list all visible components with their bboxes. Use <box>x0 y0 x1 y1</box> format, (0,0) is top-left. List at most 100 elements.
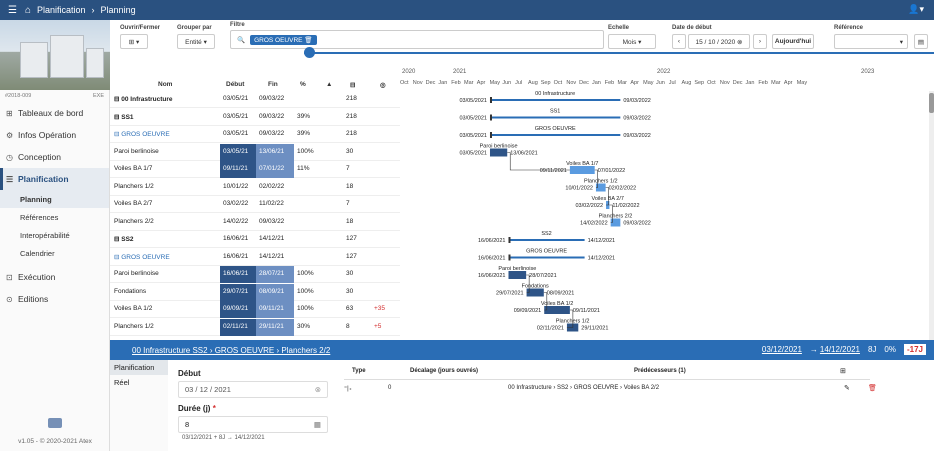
tab-planification[interactable]: Planification <box>110 360 168 375</box>
filter-input[interactable]: 🔍 GROS OEUVRE 🗑 <box>230 30 604 49</box>
nav-execution[interactable]: ⊡ Exécution <box>0 266 109 288</box>
date-next-button[interactable]: › <box>753 34 767 49</box>
task-bar[interactable] <box>544 306 570 314</box>
task-end[interactable]: 14/12/21 <box>256 231 294 248</box>
duree-input[interactable]: 8 ▦ <box>178 416 328 433</box>
nav-planification[interactable]: ☰ Planification <box>0 168 109 190</box>
task-start[interactable]: 03/02/22 <box>220 196 256 213</box>
task-start[interactable]: 16/06/21 <box>220 249 256 266</box>
task-bar[interactable] <box>569 166 595 174</box>
tab-reel[interactable]: Réel <box>110 375 168 390</box>
col-warning-icon[interactable]: ▲ <box>326 81 332 88</box>
nav-conception[interactable]: ◷ Conception <box>0 146 109 168</box>
vertical-scrollbar[interactable] <box>929 91 934 340</box>
col-nom[interactable]: Nom <box>158 81 172 88</box>
pred-type[interactable]: ⁼|₊ <box>344 385 352 392</box>
task-end[interactable]: 07/01/22 <box>256 161 294 178</box>
delete-icon[interactable]: 🗑 <box>868 384 877 392</box>
task-end[interactable]: 09/03/22 <box>256 214 294 231</box>
task-start[interactable]: 29/07/21 <box>220 283 256 301</box>
detail-end-link[interactable]: 14/12/2021 <box>820 345 860 354</box>
task-row[interactable]: Paroi berlinoise 03/05/21 13/06/21 100% 30 <box>110 143 400 161</box>
task-start[interactable]: 02/11/21 <box>220 318 256 336</box>
grouper-select[interactable]: Entité ▾ <box>177 34 215 49</box>
nav-tableaux-de-bord[interactable]: ⊞ Tableaux de bord <box>0 102 109 124</box>
filter-chip[interactable]: GROS OEUVRE 🗑 <box>250 34 317 45</box>
task-start[interactable]: 14/02/22 <box>220 214 256 231</box>
date-prev-button[interactable]: ‹ <box>672 34 686 49</box>
task-row[interactable]: Voiles BA 1/7 09/11/21 07/01/22 11% 7 <box>110 161 400 178</box>
task-row[interactable]: Fondations 29/07/21 08/09/21 100% 30 <box>110 283 400 301</box>
col-pct[interactable]: % <box>300 81 306 88</box>
task-row[interactable]: ⊟ SS2 16/06/21 14/12/21 127 <box>110 231 400 248</box>
task-start[interactable]: 03/05/21 <box>220 126 256 143</box>
summary-bar[interactable] <box>489 116 621 119</box>
col-duree-icon[interactable]: ⊟ <box>350 81 355 89</box>
pred-decalage[interactable]: 0 <box>388 385 391 391</box>
reference-select[interactable]: ▾ <box>834 34 908 49</box>
breadcrumb-planification[interactable]: Planification <box>37 5 86 15</box>
task-start[interactable]: 16/06/21 <box>220 231 256 248</box>
task-end[interactable]: 08/09/21 <box>256 283 294 301</box>
task-start[interactable]: 03/05/21 <box>220 109 256 126</box>
task-end[interactable]: 09/03/22 <box>256 126 294 143</box>
task-row[interactable]: Planchers 1/2 02/11/21 29/11/21 30% 8 +5 <box>110 318 400 336</box>
date-debut-input[interactable]: 15 / 10 / 2020 ⊗ <box>688 34 750 49</box>
edit-icon[interactable]: ✎ <box>844 384 850 392</box>
slider-knob[interactable] <box>304 47 315 58</box>
task-row[interactable]: ⊟ 00 Infrastructure 03/05/21 09/03/22 218 <box>110 91 400 108</box>
task-end[interactable]: 28/07/21 <box>256 266 294 283</box>
subnav-planning[interactable]: Planning <box>0 190 109 208</box>
summary-bar[interactable] <box>508 256 585 259</box>
scrollbar-thumb[interactable] <box>929 93 934 113</box>
task-end[interactable]: 29/11/21 <box>256 318 294 336</box>
task-start[interactable]: 10/01/22 <box>220 179 256 196</box>
task-end[interactable]: 13/06/21 <box>256 143 294 161</box>
echelle-select[interactable]: Mois ▾ <box>608 34 656 49</box>
task-bar[interactable] <box>508 271 527 279</box>
task-row[interactable]: Paroi berlinoise 16/06/21 28/07/21 100% 30 <box>110 266 400 283</box>
col-debut[interactable]: Début <box>226 81 244 88</box>
task-end[interactable]: 09/11/21 <box>256 301 294 318</box>
subnav-interoperabilite[interactable]: Interopérabilité <box>0 226 109 244</box>
add-predecessor-icon[interactable]: ⊞ <box>840 367 846 375</box>
subnav-calendrier[interactable]: Calendrier <box>0 244 109 262</box>
today-button[interactable]: Aujourd'hui <box>772 34 814 49</box>
ouvrir-fermer-button[interactable]: ⊞ ▾ <box>120 34 148 49</box>
task-end[interactable]: 11/02/22 <box>256 196 294 213</box>
task-row[interactable]: Planchers 1/2 10/01/22 02/02/22 18 <box>110 179 400 196</box>
detail-path-link[interactable]: 00 Infrastructure SS2 › GROS OEUVRE › Pl… <box>132 346 330 355</box>
task-end[interactable]: 14/12/21 <box>256 249 294 266</box>
user-menu-icon[interactable]: 👤▾ <box>908 4 924 15</box>
summary-bar[interactable] <box>489 99 621 101</box>
task-start[interactable]: 03/05/21 <box>220 143 256 161</box>
task-row[interactable]: Voiles BA 1/2 09/09/21 09/11/21 100% 63 +35 <box>110 301 400 318</box>
task-start[interactable]: 16/06/21 <box>220 266 256 283</box>
col-modif-icon[interactable]: ◎ <box>380 81 386 89</box>
task-row[interactable]: ⊟ SS1 03/05/21 09/03/22 39% 218 <box>110 109 400 126</box>
task-row[interactable]: Voiles BA 2/7 03/02/22 11/02/22 7 <box>110 196 400 213</box>
task-bar[interactable] <box>489 148 508 157</box>
task-row[interactable]: Planchers 2/2 14/02/22 09/03/22 18 <box>110 214 400 231</box>
summary-bar[interactable] <box>489 134 621 136</box>
detail-start-link[interactable]: 03/12/2021 <box>762 345 802 354</box>
menu-icon[interactable]: ☰ <box>8 5 17 16</box>
subnav-references[interactable]: Références <box>0 208 109 226</box>
task-row[interactable]: ⊟ GROS OEUVRE 16/06/21 14/12/21 127 <box>110 249 400 266</box>
nav-infos-operation[interactable]: ⚙ Infos Opération <box>0 124 109 146</box>
col-fin[interactable]: Fin <box>268 81 278 88</box>
task-start[interactable]: 09/11/21 <box>220 161 256 178</box>
date-slider[interactable] <box>304 47 934 58</box>
task-end[interactable]: 02/02/22 <box>256 179 294 196</box>
clear-icon[interactable]: ⊗ <box>315 385 321 394</box>
task-end[interactable]: 09/03/22 <box>256 109 294 126</box>
calendar-icon[interactable]: ▦ <box>314 420 321 429</box>
summary-bar[interactable] <box>508 239 585 241</box>
debut-input[interactable]: 03 / 12 / 2021 ⊗ <box>178 381 328 398</box>
task-start[interactable]: 09/09/21 <box>220 301 256 318</box>
home-icon[interactable]: ⌂ <box>25 5 31 16</box>
task-row[interactable]: ⊟ GROS OEUVRE 03/05/21 09/03/22 39% 218 <box>110 126 400 143</box>
nav-editions[interactable]: ⊙ Editions <box>0 288 109 310</box>
pdf-export-icon[interactable]: ▤ <box>914 34 928 49</box>
task-end[interactable]: 09/03/22 <box>256 91 294 108</box>
